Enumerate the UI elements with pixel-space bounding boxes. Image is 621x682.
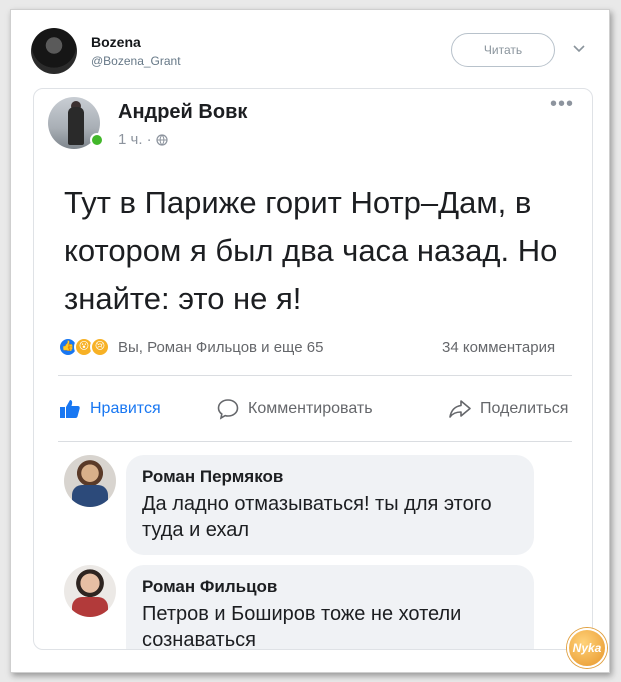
share-button[interactable]: Поделиться	[448, 389, 568, 429]
reactions-bar[interactable]: 👍 😮 😢 Вы, Роман Фильцов и еще 65	[58, 337, 323, 357]
reactions-summary[interactable]: Вы, Роман Фильцов и еще 65	[118, 339, 323, 356]
comment-author-name[interactable]: Роман Фильцов	[142, 577, 518, 597]
post-meta: 1 ч. ·	[118, 131, 168, 148]
sad-reaction-icon: 😢	[90, 337, 110, 357]
more-icon[interactable]: •••	[550, 93, 574, 116]
tweet-author-handle[interactable]: @Bozena_Grant	[91, 54, 181, 68]
comment-author-avatar[interactable]	[64, 565, 116, 617]
tweet-author-name[interactable]: Bozena	[91, 34, 141, 50]
like-icon	[60, 400, 80, 418]
comment-button[interactable]: Комментировать	[216, 389, 373, 429]
share-label: Поделиться	[480, 400, 569, 417]
divider	[58, 441, 572, 442]
online-status-icon	[90, 133, 104, 147]
facebook-post-card: Андрей Вовк 1 ч. · ••• Тут в Париже гори…	[33, 88, 593, 650]
chevron-down-icon[interactable]	[571, 40, 587, 56]
comment-icon	[217, 399, 239, 420]
like-label: Нравится	[90, 400, 161, 417]
post-actions: Нравится Комментировать Поделиться	[58, 389, 578, 429]
comment-label: Комментировать	[248, 400, 373, 417]
watermark-logo: Nyka	[567, 628, 607, 668]
comments-count[interactable]: 34 комментария	[442, 339, 555, 356]
comment-text: Петров и Боширов тоже не хотели сознават…	[142, 603, 462, 650]
globe-icon	[156, 133, 168, 146]
comment-author-avatar[interactable]	[64, 455, 116, 507]
post-author-name[interactable]: Андрей Вовк	[118, 101, 247, 124]
post-time[interactable]: 1 ч. ·	[118, 131, 152, 148]
comment-text: Да ладно отмазываться! ты для этого туда…	[142, 493, 492, 541]
share-icon	[449, 400, 471, 418]
post-text: Тут в Париже горит Нотр–Дам, в котором я…	[64, 185, 558, 316]
like-button[interactable]: Нравится	[58, 389, 161, 429]
comment-bubble: Роман Фильцов Петров и Боширов тоже не х…	[126, 565, 534, 650]
tweet-author-avatar[interactable]	[31, 28, 77, 74]
screenshot-frame: Bozena @Bozena_Grant Читать Андрей Вовк …	[10, 9, 610, 673]
comment-bubble: Роман Пермяков Да ладно отмазываться! ты…	[126, 455, 534, 555]
comment-author-name[interactable]: Роман Пермяков	[142, 467, 518, 487]
follow-button[interactable]: Читать	[451, 33, 555, 67]
divider	[58, 375, 572, 376]
